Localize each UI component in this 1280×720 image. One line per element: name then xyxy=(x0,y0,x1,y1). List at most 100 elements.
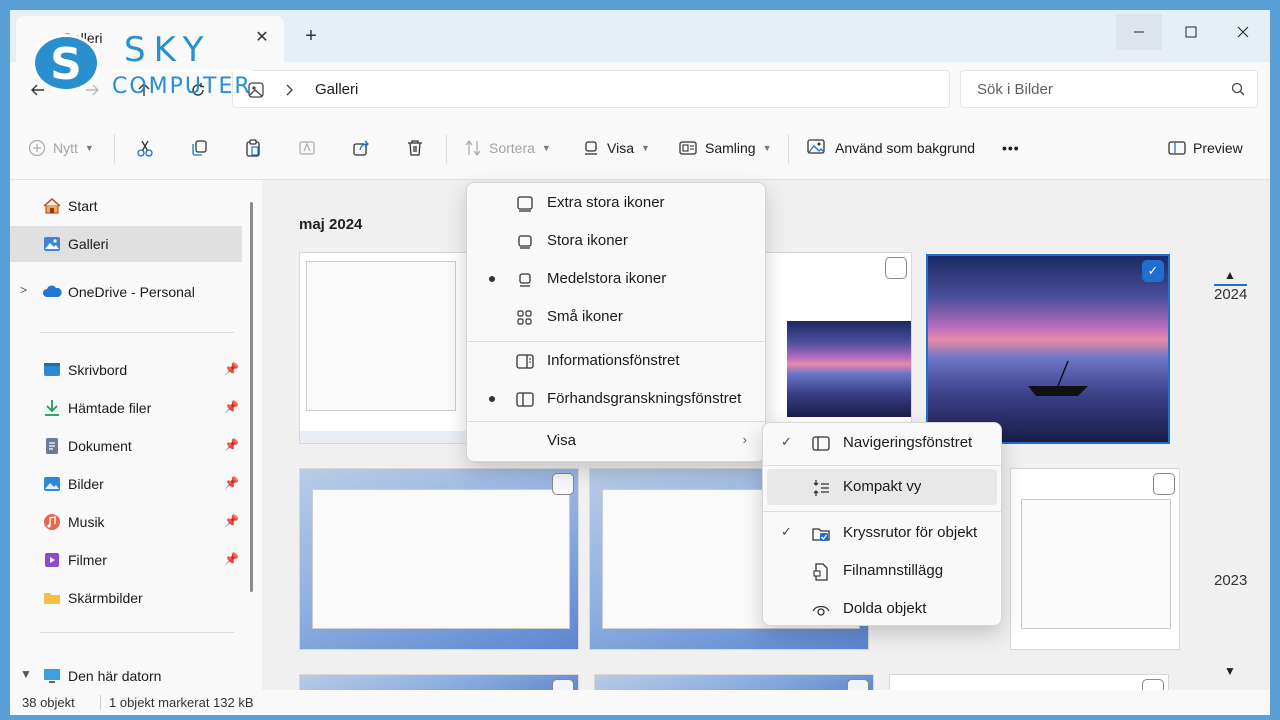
sidebar-item-musik[interactable]: Musik 📌 xyxy=(10,504,242,540)
sort-label: Sortera xyxy=(489,140,535,156)
select-checkbox[interactable] xyxy=(1153,473,1175,495)
sidebar-item-onedrive[interactable]: > OneDrive - Personal xyxy=(10,274,242,310)
menu-item-file-extensions[interactable]: Filnamnstillägg xyxy=(767,553,997,589)
sidebar-item-label: Filmer xyxy=(68,552,107,568)
timeline-year[interactable]: 2024 xyxy=(1214,284,1248,303)
timeline-down-icon[interactable]: ▼ xyxy=(1224,664,1236,678)
menu-item-hidden-items[interactable]: Dolda objekt xyxy=(767,591,997,627)
sidebar-item-start[interactable]: Start xyxy=(10,188,242,224)
pin-icon[interactable]: 📌 xyxy=(224,438,239,452)
menu-item-navigation-pane[interactable]: ✓ Navigeringsfönstret xyxy=(767,425,997,461)
item-count: 38 objekt xyxy=(22,695,75,710)
collection-button[interactable]: Samling ▼ xyxy=(678,136,772,160)
breadcrumb-location[interactable]: Galleri xyxy=(315,81,358,98)
view-button[interactable]: Visa ▼ xyxy=(582,136,650,160)
rename-button[interactable] xyxy=(298,136,316,160)
small-icons-icon xyxy=(517,310,532,325)
menu-item-show[interactable]: Visa › xyxy=(471,423,761,459)
cloud-icon xyxy=(43,285,62,297)
address-bar[interactable]: Galleri xyxy=(232,70,950,108)
rename-icon xyxy=(299,141,315,155)
scissors-icon xyxy=(137,140,153,157)
timeline-year[interactable]: 2023 xyxy=(1214,572,1247,589)
folder-icon xyxy=(44,593,60,604)
menu-divider xyxy=(763,465,1001,466)
paste-button[interactable] xyxy=(244,136,262,160)
close-icon xyxy=(1237,26,1249,38)
new-button[interactable]: Nytt ▼ xyxy=(28,136,94,160)
menu-item-item-checkboxes[interactable]: ✓ Kryssrutor för objekt xyxy=(767,515,997,551)
sidebar-item-dokument[interactable]: Dokument 📌 xyxy=(10,428,242,464)
pin-icon[interactable]: 📌 xyxy=(224,400,239,414)
search-field[interactable]: Sök i Bilder xyxy=(960,70,1258,108)
logo-mark: S xyxy=(32,34,100,92)
chevron-right-icon: › xyxy=(742,432,747,447)
copy-button[interactable] xyxy=(190,136,208,160)
new-tab-button[interactable]: + xyxy=(298,24,324,50)
menu-item-label: Kryssrutor för objekt xyxy=(843,524,978,541)
computer-icon xyxy=(44,669,60,683)
menu-item-label: Stora ikoner xyxy=(547,232,628,249)
cut-button[interactable] xyxy=(136,136,154,160)
sidebar-item-filmer[interactable]: Filmer 📌 xyxy=(10,542,242,578)
photo-thumbnail-selected[interactable]: ✓ xyxy=(926,254,1170,444)
more-options-button[interactable]: ••• xyxy=(1002,136,1020,160)
menu-item-label: Extra stora ikoner xyxy=(547,194,665,211)
preview-label: Preview xyxy=(1193,140,1243,156)
sidebar-item-label: Galleri xyxy=(68,236,109,252)
sort-button[interactable]: Sortera ▼ xyxy=(464,136,551,160)
menu-divider xyxy=(467,341,765,342)
pictures-icon xyxy=(44,477,60,491)
pin-icon[interactable]: 📌 xyxy=(224,476,239,490)
tab-close-icon[interactable]: ✕ xyxy=(250,26,274,50)
menu-item-label: Filnamnstillägg xyxy=(843,562,944,579)
photo-thumbnail[interactable] xyxy=(1010,468,1180,650)
video-icon xyxy=(45,553,59,567)
menu-item-preview-pane[interactable]: Förhandsgranskningsfönstret xyxy=(471,381,761,417)
share-button[interactable] xyxy=(352,136,370,160)
pin-icon[interactable]: 📌 xyxy=(224,552,239,566)
sidebar-scrollbar[interactable] xyxy=(250,202,253,592)
menu-item-medium-icons[interactable]: Medelstora ikoner xyxy=(471,261,761,297)
menu-item-small-icons[interactable]: Små ikoner xyxy=(471,299,761,335)
maximize-button[interactable] xyxy=(1168,14,1214,50)
pin-icon[interactable]: 📌 xyxy=(224,362,239,376)
sunset-boat-image xyxy=(787,321,911,417)
close-button[interactable] xyxy=(1220,14,1266,50)
select-checkbox[interactable] xyxy=(885,257,907,279)
pin-icon[interactable]: 📌 xyxy=(224,514,239,528)
timeline-up-icon[interactable]: ▲ xyxy=(1224,268,1236,282)
select-checkbox[interactable] xyxy=(552,473,574,495)
menu-item-label: Kompakt vy xyxy=(843,478,922,495)
photo-thumbnail[interactable] xyxy=(764,252,912,444)
menu-item-label: Informationsfönstret xyxy=(547,352,680,369)
preview-pane-icon xyxy=(516,392,534,407)
explorer-window: Galleri ✕ + Galleri xyxy=(10,10,1270,715)
sidebar-item-hamtade-filer[interactable]: Hämtade filer 📌 xyxy=(10,390,242,426)
menu-divider xyxy=(763,511,1001,512)
preview-button[interactable]: Preview xyxy=(1168,136,1243,160)
sidebar-item-den-har-datorn[interactable]: ▼ Den här datorn xyxy=(10,658,242,694)
paste-icon xyxy=(246,139,260,157)
sidebar-item-skarmbilder[interactable]: Skärmbilder xyxy=(10,580,242,616)
chevron-down-icon[interactable]: ▼ xyxy=(20,667,32,681)
chevron-right-icon[interactable]: > xyxy=(20,283,27,297)
delete-button[interactable] xyxy=(406,136,424,160)
sidebar-item-skrivbord[interactable]: Skrivbord 📌 xyxy=(10,352,242,388)
menu-item-label: Små ikoner xyxy=(547,308,623,325)
menu-item-details-pane[interactable]: Informationsfönstret xyxy=(471,343,761,379)
sidebar-item-galleri[interactable]: Galleri xyxy=(10,226,242,262)
menu-item-large-icons[interactable]: Stora ikoner xyxy=(471,223,761,259)
sidebar-item-bilder[interactable]: Bilder 📌 xyxy=(10,466,242,502)
photo-thumbnail[interactable] xyxy=(299,468,579,650)
logo-text-sky: SKY xyxy=(124,30,212,70)
chevron-down-icon: ▼ xyxy=(640,143,650,153)
minimize-button[interactable] xyxy=(1116,14,1162,50)
set-background-button[interactable]: Använd som bakgrund xyxy=(806,136,975,160)
select-checkbox-checked[interactable]: ✓ xyxy=(1142,260,1164,282)
menu-item-compact-view[interactable]: Kompakt vy xyxy=(767,469,997,505)
view-label: Visa xyxy=(607,140,634,156)
menu-item-extra-large-icons[interactable]: Extra stora ikoner xyxy=(471,185,761,221)
sidebar-item-label: Start xyxy=(68,198,98,214)
collection-icon xyxy=(679,141,697,155)
